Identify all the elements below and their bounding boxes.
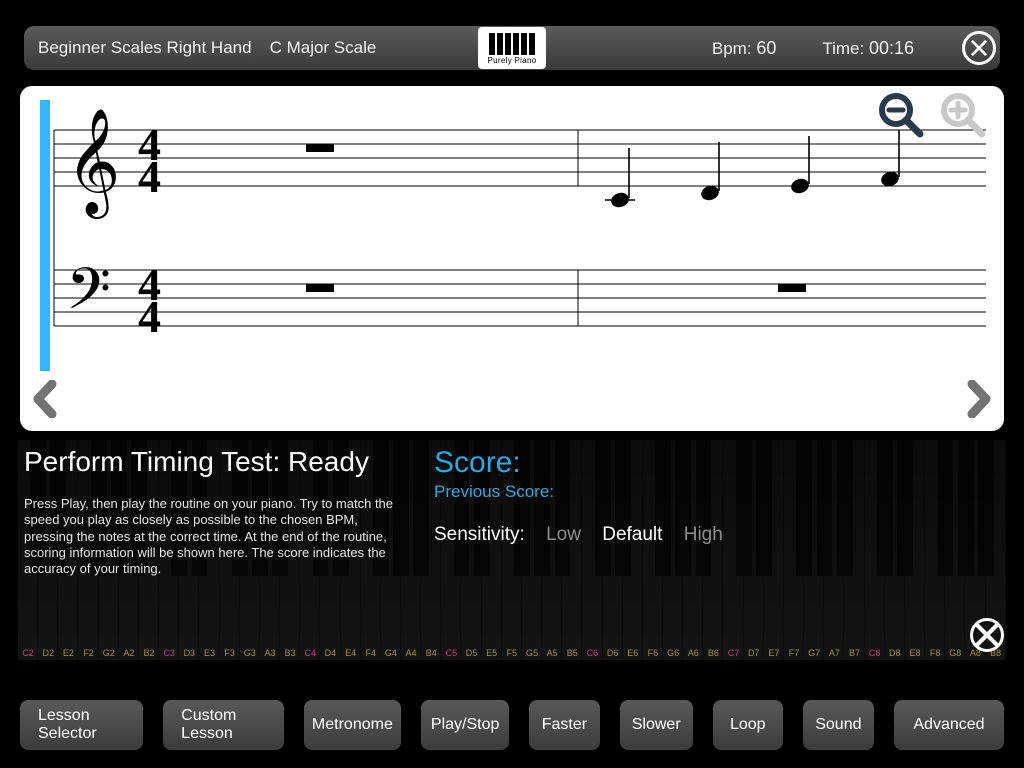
prev-page-button[interactable] bbox=[30, 380, 60, 423]
chevron-left-icon bbox=[30, 380, 60, 418]
play-stop-button[interactable]: Play/Stop bbox=[421, 700, 509, 750]
sensitivity-row: Sensitivity: Low Default High bbox=[434, 524, 731, 546]
slower-button[interactable]: Slower bbox=[620, 700, 693, 750]
loop-button[interactable]: Loop bbox=[713, 700, 783, 750]
lesson-category: Beginner Scales Right Hand bbox=[38, 38, 252, 58]
lesson-selector-button[interactable]: Lesson Selector bbox=[20, 700, 143, 750]
faster-button[interactable]: Faster bbox=[529, 700, 599, 750]
zoom-in-icon bbox=[936, 90, 986, 140]
svg-text:4: 4 bbox=[138, 291, 161, 342]
metronome-button[interactable]: Metronome bbox=[304, 700, 401, 750]
previous-score-label: Previous Score: bbox=[434, 482, 731, 502]
sensitivity-label: Sensitivity: bbox=[434, 524, 525, 545]
music-notation: 𝄞 𝄢 4 4 4 4 bbox=[38, 100, 986, 370]
lesson-name: C Major Scale bbox=[270, 38, 377, 58]
bpm-display: Bpm: 60 bbox=[712, 38, 776, 59]
dismiss-panel-button[interactable] bbox=[970, 618, 1004, 652]
svg-text:𝄢: 𝄢 bbox=[66, 259, 111, 336]
sensitivity-default[interactable]: Default bbox=[602, 524, 662, 545]
app-logo: Purely Piano bbox=[478, 27, 546, 69]
chevron-right-icon bbox=[964, 380, 994, 418]
close-icon bbox=[970, 39, 988, 57]
zoom-out-button[interactable] bbox=[874, 90, 924, 140]
score-sheet: 𝄞 𝄢 4 4 4 4 bbox=[20, 86, 1004, 431]
sensitivity-low[interactable]: Low bbox=[546, 524, 581, 545]
instructions-text: Press Play, then play the routine on you… bbox=[24, 496, 394, 577]
custom-lesson-button[interactable]: Custom Lesson bbox=[163, 700, 283, 750]
sensitivity-high[interactable]: High bbox=[684, 524, 723, 545]
close-button[interactable] bbox=[962, 31, 996, 65]
score-label: Score: bbox=[434, 446, 731, 480]
next-page-button[interactable] bbox=[964, 380, 994, 423]
header-bar: Beginner Scales Right Hand C Major Scale… bbox=[24, 26, 1000, 70]
advanced-button[interactable]: Advanced bbox=[894, 700, 1004, 750]
zoom-in-button[interactable] bbox=[936, 90, 986, 140]
svg-text:𝄞: 𝄞 bbox=[66, 109, 120, 219]
time-display: Time: 00:16 bbox=[822, 38, 914, 59]
sound-button[interactable]: Sound bbox=[803, 700, 874, 750]
svg-text:4: 4 bbox=[138, 151, 161, 202]
bottom-toolbar: Lesson Selector Custom Lesson Metronome … bbox=[20, 700, 1004, 750]
status-title: Perform Timing Test: Ready bbox=[24, 446, 404, 478]
zoom-out-icon bbox=[874, 90, 924, 140]
close-icon bbox=[973, 621, 1001, 649]
